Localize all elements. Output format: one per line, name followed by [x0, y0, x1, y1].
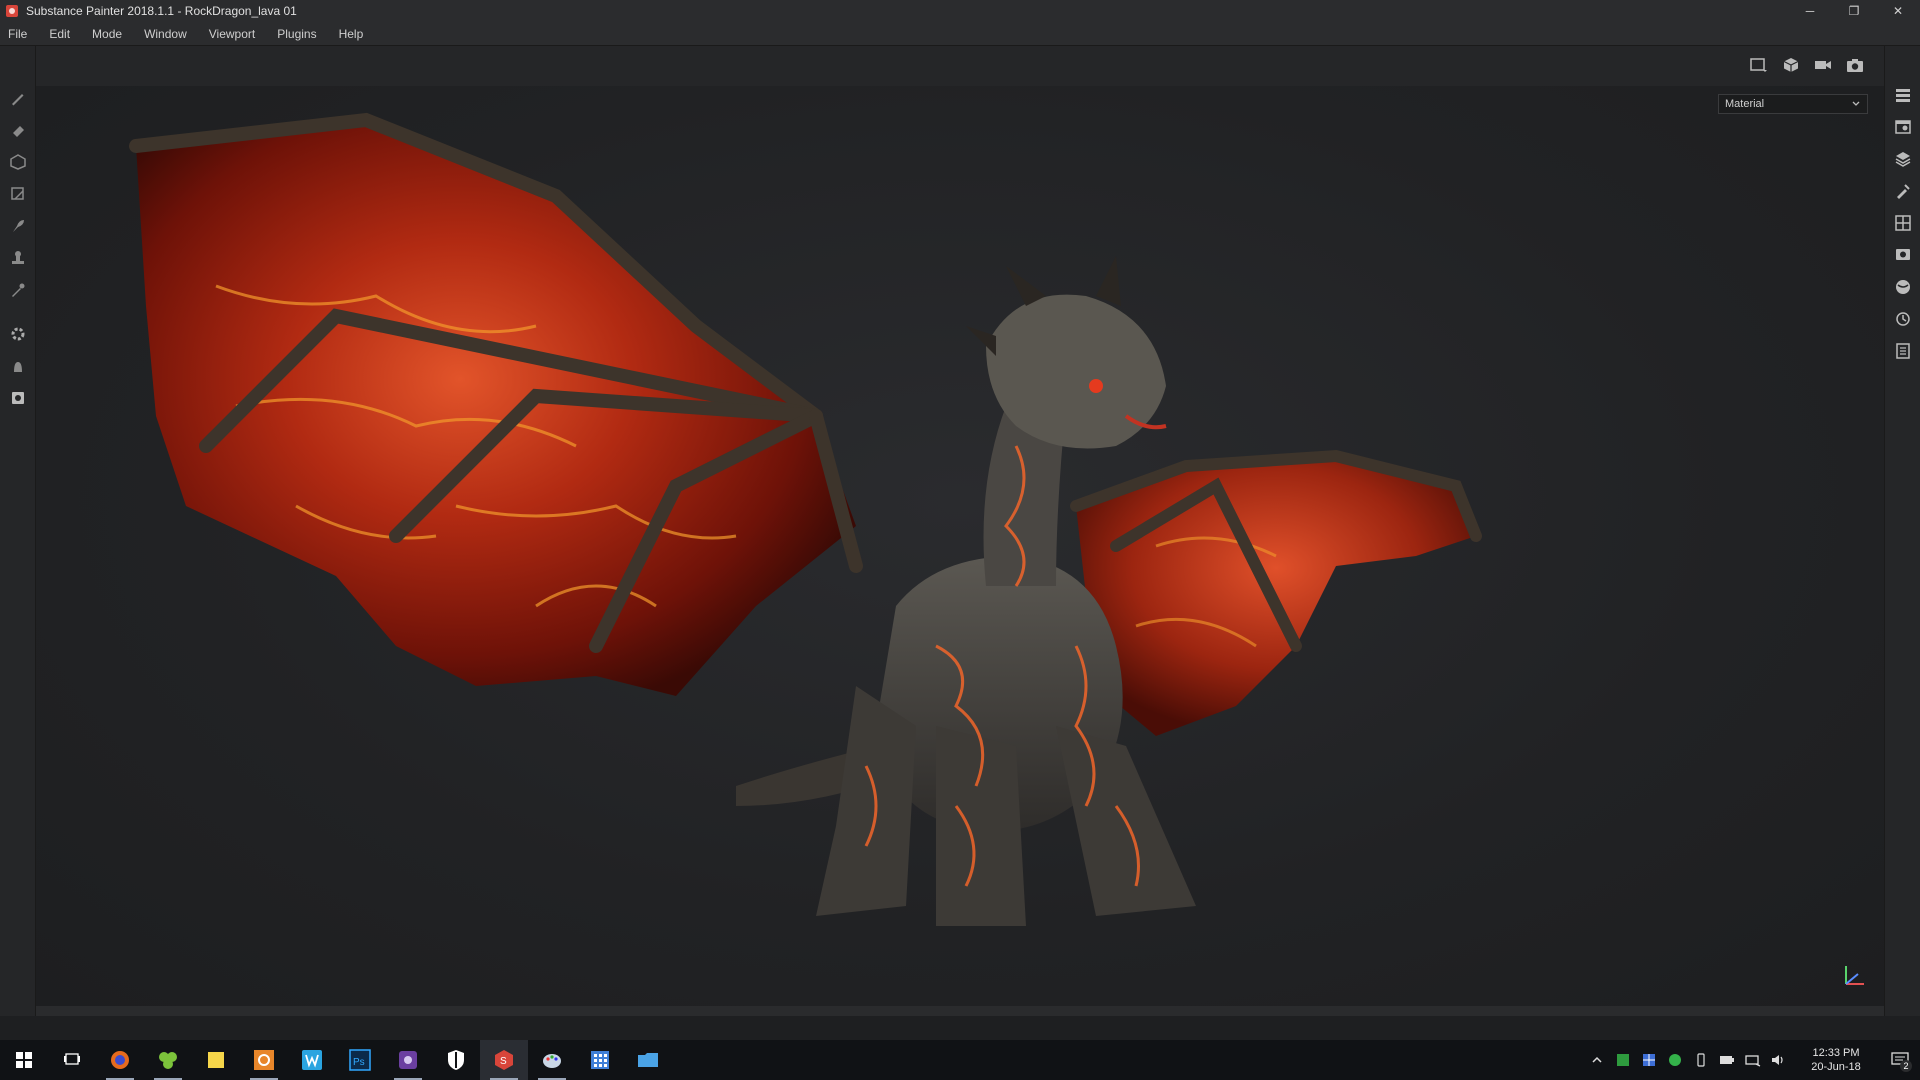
minimize-button[interactable]: ─: [1788, 0, 1832, 22]
texture-set-list-icon[interactable]: [1894, 86, 1912, 104]
viewport-scrollbar[interactable]: [36, 1006, 1884, 1016]
properties-icon[interactable]: [1894, 182, 1912, 200]
system-tray: 12:33 PM 20-Jun-18 2: [1584, 1040, 1920, 1080]
log-icon[interactable]: [1894, 342, 1912, 360]
3d-viewport[interactable]: Material: [36, 86, 1884, 1006]
folder-icon[interactable]: [624, 1040, 672, 1080]
calculator-icon[interactable]: [576, 1040, 624, 1080]
photos-icon[interactable]: [240, 1040, 288, 1080]
menu-window[interactable]: Window: [144, 27, 187, 41]
menu-edit[interactable]: Edit: [49, 27, 70, 41]
substance-painter-logo-icon: [6, 5, 18, 17]
camera-icon[interactable]: [1812, 54, 1834, 76]
clock[interactable]: 12:33 PM 20-Jun-18: [1800, 1046, 1872, 1074]
start-icon[interactable]: [0, 1040, 48, 1080]
right-panel-dock: [1884, 46, 1920, 1016]
color-picker-icon[interactable]: [10, 282, 26, 298]
chevron-up-icon[interactable]: [1584, 1040, 1610, 1080]
axis-gizmo-icon: [1838, 960, 1868, 990]
close-button[interactable]: ✕: [1876, 0, 1920, 22]
windows-taskbar: Ps S 12:33 PM 20-Jun-18 2: [0, 1040, 1920, 1080]
projection-icon[interactable]: [10, 154, 26, 170]
2d-view-icon[interactable]: [1748, 54, 1770, 76]
volume-icon[interactable]: [1766, 1040, 1792, 1080]
menu-help[interactable]: Help: [339, 27, 364, 41]
tray-grid-icon[interactable]: [1636, 1040, 1662, 1080]
dragon-model-render: [129, 112, 1482, 926]
export-icon[interactable]: [10, 390, 26, 406]
word-icon[interactable]: [288, 1040, 336, 1080]
viewer-settings-icon[interactable]: [1894, 246, 1912, 264]
window-title: Substance Painter 2018.1.1 - RockDragon_…: [26, 4, 297, 18]
task-view-icon[interactable]: [48, 1040, 96, 1080]
smudge-icon[interactable]: [10, 218, 26, 234]
python-icon[interactable]: [10, 358, 26, 374]
history-icon[interactable]: [1894, 310, 1912, 328]
viewport-toolbar: [36, 46, 1884, 86]
notification-count-badge: 2: [1900, 1060, 1912, 1072]
network-icon[interactable]: [1740, 1040, 1766, 1080]
menu-plugins[interactable]: Plugins: [277, 27, 316, 41]
shelf-icon[interactable]: [1894, 278, 1912, 296]
layers-icon[interactable]: [1894, 150, 1912, 168]
menu-viewport[interactable]: Viewport: [209, 27, 255, 41]
svg-text:Ps: Ps: [353, 1057, 365, 1068]
title-bar: Substance Painter 2018.1.1 - RockDragon_…: [0, 0, 1920, 22]
render-mode-value: Material: [1725, 98, 1765, 110]
clone-icon[interactable]: [10, 250, 26, 266]
usb-icon[interactable]: [1688, 1040, 1714, 1080]
render-mode-select[interactable]: Material: [1718, 94, 1868, 114]
restore-button[interactable]: ❐: [1832, 0, 1876, 22]
status-bar: [0, 1016, 1920, 1040]
window-controls: ─ ❐ ✕: [1788, 0, 1920, 22]
3d-view-icon[interactable]: [1780, 54, 1802, 76]
app-icon[interactable]: [384, 1040, 432, 1080]
tray-app-green-icon[interactable]: [1610, 1040, 1636, 1080]
texture-set-settings-icon[interactable]: [1894, 118, 1912, 136]
sticky-notes-icon[interactable]: [192, 1040, 240, 1080]
action-center-button[interactable]: 2: [1880, 1040, 1920, 1080]
bake-icon[interactable]: [10, 326, 26, 342]
menu-mode[interactable]: Mode: [92, 27, 122, 41]
chevron-down-icon: [1851, 99, 1861, 112]
paint-icon[interactable]: [528, 1040, 576, 1080]
firefox-icon[interactable]: [96, 1040, 144, 1080]
eraser-icon[interactable]: [10, 122, 26, 138]
photoshop-icon[interactable]: Ps: [336, 1040, 384, 1080]
menu-bar: File Edit Mode Window Viewport Plugins H…: [0, 22, 1920, 46]
tray-shield-icon[interactable]: [1662, 1040, 1688, 1080]
menu-file[interactable]: File: [8, 27, 27, 41]
substance-painter-icon[interactable]: S: [480, 1040, 528, 1080]
shield-icon[interactable]: [432, 1040, 480, 1080]
polygon-fill-icon[interactable]: [10, 186, 26, 202]
clover-icon[interactable]: [144, 1040, 192, 1080]
battery-icon[interactable]: [1714, 1040, 1740, 1080]
display-settings-icon[interactable]: [1894, 214, 1912, 232]
screenshot-icon[interactable]: [1844, 54, 1866, 76]
left-tool-bar: [0, 46, 36, 1016]
clock-date: 20-Jun-18: [1811, 1061, 1861, 1073]
paint-brush-icon[interactable]: [10, 90, 26, 106]
clock-time: 12:33 PM: [1812, 1047, 1860, 1059]
svg-text:S: S: [500, 1056, 507, 1067]
